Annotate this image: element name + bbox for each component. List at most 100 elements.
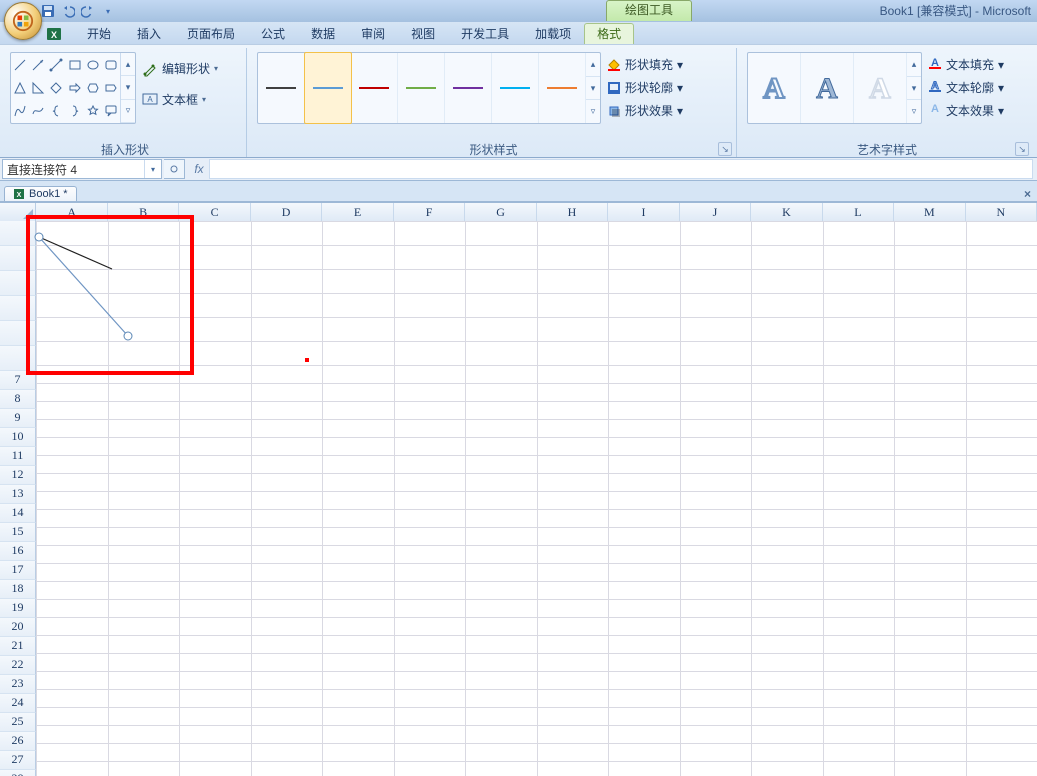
qat-more-icon[interactable]: ▾	[100, 3, 116, 19]
line-style-5[interactable]	[492, 53, 539, 123]
column-header[interactable]: L	[823, 203, 894, 222]
name-box-expand[interactable]	[164, 159, 185, 179]
gallery-up-icon[interactable]: ▴	[907, 53, 921, 77]
shape-brace-right-icon[interactable]	[65, 100, 83, 123]
shape-diamond-icon[interactable]	[47, 76, 65, 99]
wordart-style-3[interactable]: A	[854, 53, 907, 123]
row-header[interactable]: 26	[0, 732, 36, 751]
shape-rect-icon[interactable]	[65, 53, 83, 76]
row-header[interactable]: 17	[0, 561, 36, 580]
row-header[interactable]: 19	[0, 599, 36, 618]
row-header[interactable]: 24	[0, 694, 36, 713]
text-box-button[interactable]: A 文本框 ▾	[142, 91, 218, 108]
shape-freeform-icon[interactable]	[29, 100, 47, 123]
column-header[interactable]: K	[751, 203, 822, 222]
line-style-6[interactable]	[539, 53, 586, 123]
tab-加载项[interactable]: 加载项	[522, 23, 584, 44]
shape-curve-icon[interactable]	[11, 100, 29, 123]
save-icon[interactable]	[40, 3, 56, 19]
row-header[interactable]: 27	[0, 751, 36, 770]
shape-right-triangle-icon[interactable]	[29, 76, 47, 99]
row-header[interactable]: 16	[0, 542, 36, 561]
gallery-more-icon[interactable]: ▿	[121, 100, 135, 123]
shape-oval-icon[interactable]	[84, 53, 102, 76]
column-header[interactable]: I	[608, 203, 679, 222]
shape-rounded-icon[interactable]	[102, 53, 120, 76]
edit-shape-button[interactable]: 编辑形状 ▾	[142, 60, 218, 77]
column-header[interactable]: J	[680, 203, 751, 222]
gallery-nav-icon[interactable]: ▿	[586, 100, 600, 123]
shape-brace-left-icon[interactable]	[47, 100, 65, 123]
tab-开发工具[interactable]: 开发工具	[448, 23, 522, 44]
gallery-nav-icon[interactable]: ▾	[586, 77, 600, 101]
shape-star-icon[interactable]	[84, 100, 102, 123]
fx-icon[interactable]: fx	[189, 160, 209, 178]
redo-icon[interactable]	[80, 3, 96, 19]
row-header[interactable]: 11	[0, 447, 36, 466]
row-header[interactable]: 14	[0, 504, 36, 523]
tab-审阅[interactable]: 审阅	[348, 23, 398, 44]
line-style-4[interactable]	[445, 53, 492, 123]
text-outline-button[interactable]: A文本轮廓▾	[928, 79, 1004, 96]
shape-connector-icon[interactable]	[47, 53, 65, 76]
line-style-2[interactable]	[351, 53, 398, 123]
row-header[interactable]: 9	[0, 409, 36, 428]
workbook-tab[interactable]: X Book1 *	[4, 186, 77, 201]
gallery-down-icon[interactable]: ▾	[121, 76, 135, 99]
wordart-style-1[interactable]: A	[748, 53, 801, 123]
shape-hexagon-icon[interactable]	[84, 76, 102, 99]
dialog-launcher-icon[interactable]: ↘	[1015, 142, 1029, 156]
row-header[interactable]: 12	[0, 466, 36, 485]
row-header[interactable]: 25	[0, 713, 36, 732]
line-style-0[interactable]	[258, 53, 305, 123]
tab-页面布局[interactable]: 页面布局	[174, 23, 248, 44]
shape-callout-icon[interactable]	[102, 100, 120, 123]
undo-icon[interactable]	[60, 3, 76, 19]
row-header[interactable]: 21	[0, 637, 36, 656]
office-button[interactable]	[4, 2, 42, 40]
tab-插入[interactable]: 插入	[124, 23, 174, 44]
row-header[interactable]: 28	[0, 770, 36, 776]
row-header[interactable]: 20	[0, 618, 36, 637]
gallery-nav-icon[interactable]: ▴	[586, 53, 600, 77]
row-header[interactable]: 8	[0, 390, 36, 409]
gallery-up-icon[interactable]: ▴	[121, 53, 135, 76]
shape-arrow-icon[interactable]	[65, 76, 83, 99]
column-header[interactable]: G	[465, 203, 536, 222]
row-header[interactable]: 22	[0, 656, 36, 675]
shape-fill-button[interactable]: 形状填充▾	[607, 56, 683, 73]
wordart-style-2[interactable]: A	[801, 53, 854, 123]
shapes-gallery[interactable]: ▴▾▿	[10, 52, 136, 124]
shape-line-arrow-icon[interactable]	[29, 53, 47, 76]
tab-公式[interactable]: 公式	[248, 23, 298, 44]
tab-开始[interactable]: 开始	[74, 23, 124, 44]
column-header[interactable]: M	[894, 203, 965, 222]
gallery-down-icon[interactable]: ▾	[907, 77, 921, 101]
spreadsheet-grid[interactable]: ABCDEFGHIJKLMN 7891011121314151617181920…	[0, 202, 1037, 776]
shape-line-icon[interactable]	[11, 53, 29, 76]
shape-triangle-icon[interactable]	[11, 76, 29, 99]
column-header[interactable]: D	[251, 203, 322, 222]
name-box[interactable]: 直接连接符 4 ▾	[2, 159, 162, 179]
row-header[interactable]: 13	[0, 485, 36, 504]
dialog-launcher-icon[interactable]: ↘	[718, 142, 732, 156]
shape-pentagon-icon[interactable]	[102, 76, 120, 99]
tab-视图[interactable]: 视图	[398, 23, 448, 44]
gallery-more-icon[interactable]: ▿	[907, 100, 921, 123]
tab-格式[interactable]: 格式	[584, 23, 634, 44]
tab-数据[interactable]: 数据	[298, 23, 348, 44]
close-tab-icon[interactable]: ×	[1024, 187, 1031, 201]
column-header[interactable]: E	[322, 203, 393, 222]
column-header[interactable]: H	[537, 203, 608, 222]
column-header[interactable]: F	[394, 203, 465, 222]
row-header[interactable]: 18	[0, 580, 36, 599]
shape-effects-button[interactable]: 形状效果▾	[607, 102, 683, 119]
column-header[interactable]: N	[966, 203, 1037, 222]
row-header[interactable]: 23	[0, 675, 36, 694]
shape-styles-gallery[interactable]: ▴▾▿	[257, 52, 601, 124]
shape-outline-button[interactable]: 形状轮廓▾	[607, 79, 683, 96]
row-header[interactable]: 10	[0, 428, 36, 447]
formula-input[interactable]	[209, 159, 1033, 179]
text-effects-button[interactable]: A文本效果▾	[928, 102, 1004, 119]
line-style-1[interactable]	[304, 52, 352, 124]
